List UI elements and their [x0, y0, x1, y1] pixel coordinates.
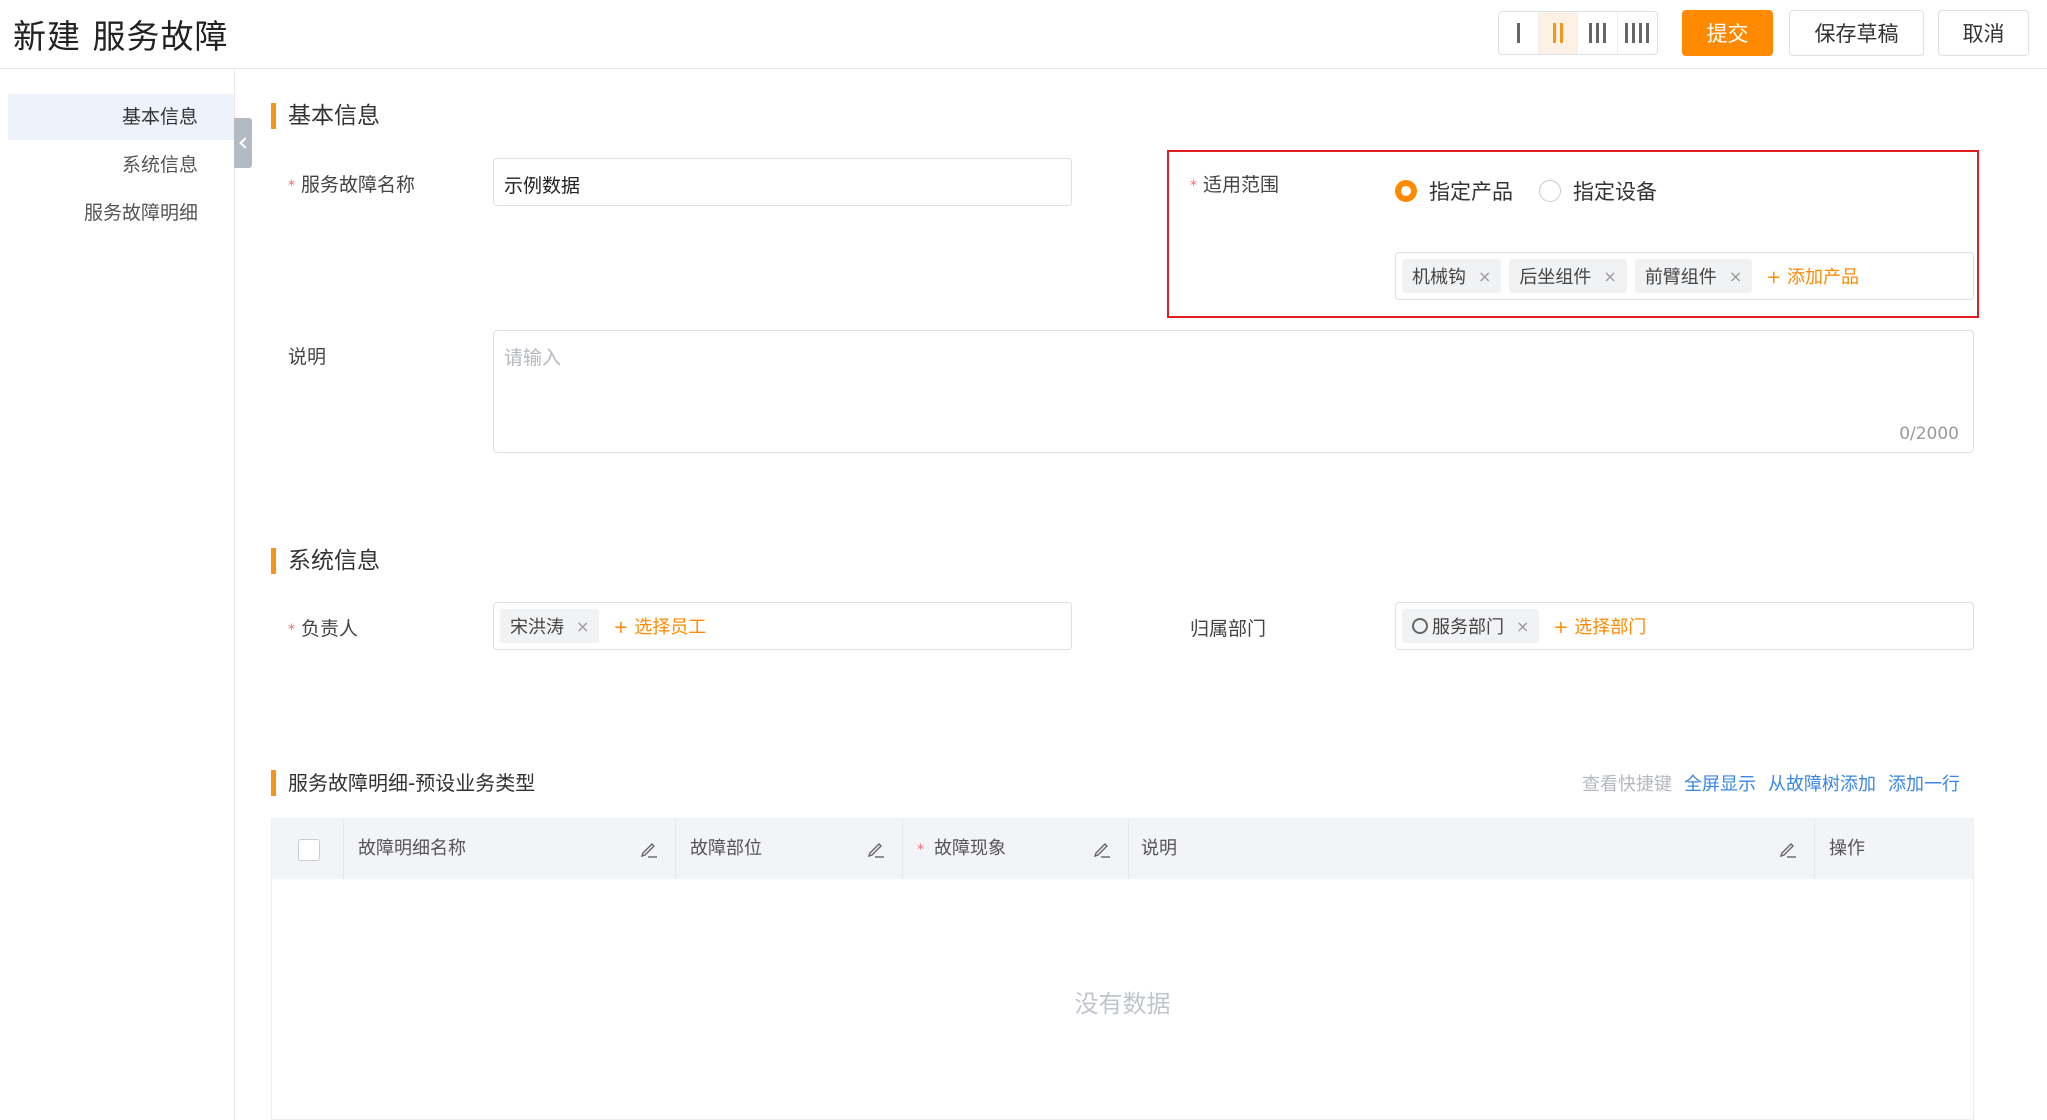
close-icon[interactable]: ×: [1729, 267, 1742, 286]
save-draft-button[interactable]: 保存草稿: [1789, 10, 1924, 56]
submit-button[interactable]: 提交: [1682, 10, 1773, 56]
department-selector[interactable]: 服务部门 × + 选择部门: [1395, 602, 1974, 650]
product-tag-label: 前臂组件: [1644, 267, 1717, 288]
add-product-link[interactable]: + 添加产品: [1766, 263, 1859, 289]
add-row-link[interactable]: 添加一行: [1888, 770, 1960, 796]
description-textarea[interactable]: 请输入 0/2000: [493, 330, 1974, 453]
edit-pen-icon[interactable]: [1092, 839, 1112, 859]
fault-name-input[interactable]: 示例数据: [493, 158, 1072, 206]
product-tag-label: 后坐组件: [1519, 267, 1592, 288]
sidebar-item-system-info[interactable]: 系统信息: [8, 142, 234, 188]
product-tag: 机械钩 ×: [1402, 259, 1502, 293]
section-title-fault-detail: 服务故障明细-预设业务类型: [271, 770, 535, 796]
layout-1-column-option[interactable]: [1499, 12, 1539, 54]
fault-name-value: 示例数据: [504, 175, 581, 197]
page-header: 新建 服务故障 提交 保存草稿 取消: [0, 0, 2047, 69]
column-header-description-label: 说明: [1141, 838, 1177, 859]
empty-state-text: 没有数据: [1074, 990, 1171, 1018]
close-icon[interactable]: ×: [1478, 267, 1491, 286]
column-layout-switch: [1498, 11, 1658, 55]
layout-3-column-option[interactable]: [1578, 12, 1618, 54]
description-placeholder: 请输入: [504, 347, 562, 369]
select-all-checkbox[interactable]: [298, 839, 320, 861]
department-tag-label: 服务部门: [1432, 617, 1504, 638]
edit-pen-icon[interactable]: [1778, 839, 1798, 859]
sidebar-collapse-toggle[interactable]: [234, 118, 252, 168]
fullscreen-link[interactable]: 全屏显示: [1684, 770, 1756, 796]
required-mark: *: [1190, 177, 1197, 194]
column-header-name: 故障明细名称: [344, 819, 676, 879]
section-title-basic-info: 基本信息: [271, 103, 380, 129]
layout-2-column-option[interactable]: [1538, 12, 1578, 54]
fault-detail-table: 故障明细名称 故障部位 * 故障现象 说明 操作 没有数据: [271, 818, 1974, 1120]
description-label: 说明: [288, 346, 327, 368]
select-department-link[interactable]: + 选择部门: [1553, 613, 1646, 639]
description-char-count: 0/2000: [1899, 424, 1959, 444]
close-icon[interactable]: ×: [576, 617, 589, 636]
scope-label-text: 适用范围: [1203, 174, 1280, 196]
column-header-description: 说明: [1129, 819, 1815, 879]
column-header-name-label: 故障明细名称: [358, 838, 466, 859]
column-header-part-label: 故障部位: [690, 838, 762, 859]
product-selector[interactable]: 机械钩 × 后坐组件 × 前臂组件 × + 添加产品: [1395, 252, 1974, 300]
product-tag: 前臂组件 ×: [1634, 259, 1753, 293]
scope-radio-device[interactable]: 指定设备: [1539, 176, 1657, 206]
employee-tag: 宋洪涛 ×: [500, 609, 600, 643]
department-icon: [1412, 618, 1428, 634]
chevron-left-icon: [238, 137, 251, 149]
column-header-part: 故障部位: [676, 819, 903, 879]
table-actions: 查看快捷键 全屏显示 从故障树添加 添加一行: [1582, 770, 1960, 796]
employee-tag-label: 宋洪涛: [510, 617, 564, 638]
sidebar-item-basic-info[interactable]: 基本信息: [8, 94, 234, 140]
fault-name-label-text: 服务故障名称: [301, 174, 416, 196]
product-tag: 后坐组件 ×: [1509, 259, 1627, 293]
layout-4-column-option[interactable]: [1618, 12, 1657, 54]
owner-label: * 负责人: [288, 614, 358, 641]
column-header-actions: 操作: [1815, 819, 1973, 879]
select-all-cell: [272, 819, 344, 879]
column-header-actions-label: 操作: [1829, 838, 1865, 859]
view-shortcuts-link[interactable]: 查看快捷键: [1582, 770, 1672, 796]
add-from-fault-tree-link[interactable]: 从故障树添加: [1768, 770, 1876, 796]
owner-label-text: 负责人: [301, 618, 359, 640]
scope-option-device-label: 指定设备: [1573, 180, 1657, 204]
required-mark: *: [917, 842, 924, 858]
department-label: 归属部门: [1190, 618, 1267, 640]
product-tag-label: 机械钩: [1412, 267, 1466, 288]
table-header: 故障明细名称 故障部位 * 故障现象 说明 操作: [272, 819, 1973, 879]
edit-pen-icon[interactable]: [639, 839, 659, 859]
owner-selector[interactable]: 宋洪涛 × + 选择员工: [493, 602, 1072, 650]
cancel-button[interactable]: 取消: [1938, 10, 2029, 56]
sidebar-item-fault-detail[interactable]: 服务故障明细: [8, 190, 234, 236]
column-header-symptom: * 故障现象: [903, 819, 1129, 879]
required-mark: *: [288, 177, 295, 194]
close-icon[interactable]: ×: [1603, 267, 1616, 286]
column-header-symptom-label: 故障现象: [934, 838, 1006, 859]
close-icon[interactable]: ×: [1516, 617, 1529, 636]
edit-pen-icon[interactable]: [866, 839, 886, 859]
section-title-system-info: 系统信息: [271, 548, 380, 574]
radio-unchecked-icon: [1539, 180, 1561, 202]
select-employee-link[interactable]: + 选择员工: [613, 613, 706, 639]
scope-option-product-label: 指定产品: [1429, 180, 1513, 204]
radio-checked-icon: [1395, 180, 1417, 202]
fault-name-label: * 服务故障名称: [288, 170, 415, 197]
department-tag: 服务部门 ×: [1402, 609, 1540, 643]
required-mark: *: [288, 621, 295, 638]
page-title: 新建 服务故障: [13, 17, 229, 56]
scope-radio-product[interactable]: 指定产品: [1395, 176, 1513, 206]
section-nav-sidebar: 基本信息 系统信息 服务故障明细: [0, 70, 235, 1120]
scope-label: * 适用范围: [1190, 170, 1279, 197]
